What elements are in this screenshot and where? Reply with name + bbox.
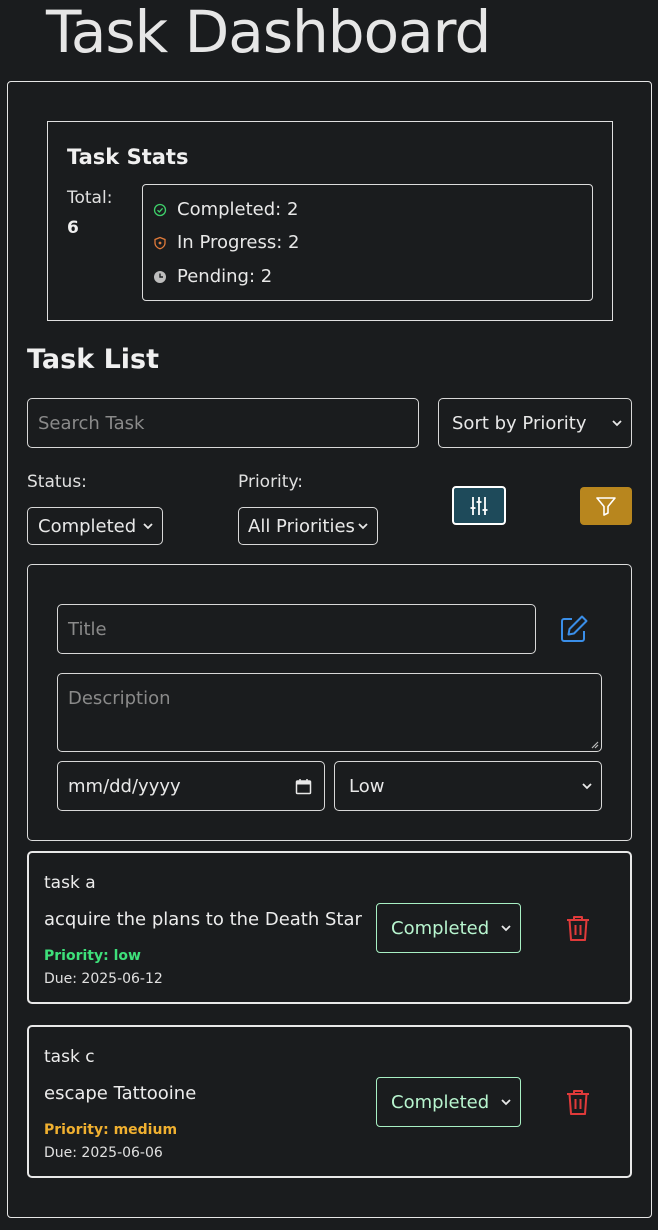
shield-icon — [153, 236, 167, 250]
task-due-date: Due: 2025-06-12 — [44, 971, 163, 987]
task-card: task a acquire the plans to the Death St… — [27, 851, 632, 1004]
filter-button[interactable] — [580, 487, 632, 525]
page-title: Task Dashboard — [46, 0, 491, 66]
form-priority-select[interactable]: Low — [334, 761, 602, 811]
status-filter-label: Status: — [27, 472, 87, 492]
task-description: escape Tattooine — [44, 1083, 197, 1104]
total-value: 6 — [67, 218, 79, 238]
task-card: task c escape Tattooine Priority: medium… — [27, 1025, 632, 1178]
task-status-select[interactable]: Completed — [376, 1077, 521, 1127]
task-due-date: Due: 2025-06-06 — [44, 1145, 163, 1161]
status-filter-value: Completed — [38, 515, 137, 537]
task-priority: Priority: low — [44, 948, 141, 964]
chevron-down-icon — [143, 523, 153, 530]
task-title: task a — [44, 873, 96, 893]
sort-select[interactable]: Sort by Priority — [438, 398, 632, 448]
task-stats-title: Task Stats — [67, 145, 189, 169]
funnel-icon — [596, 497, 616, 516]
task-status-value: Completed — [391, 917, 490, 939]
pencil-square-icon — [561, 615, 588, 642]
stats-breakdown: Completed: 2 In Progress: 2 Pending: 2 — [142, 184, 593, 301]
priority-filter-select[interactable]: All Priorities — [238, 507, 378, 545]
sliders-icon — [470, 496, 488, 515]
search-placeholder: Search Task — [38, 412, 145, 434]
priority-filter-label: Priority: — [238, 472, 303, 492]
settings-button[interactable] — [452, 486, 506, 525]
chevron-down-icon — [501, 925, 511, 932]
task-title: task c — [44, 1047, 95, 1067]
clock-icon — [153, 270, 167, 284]
form-priority-value: Low — [349, 775, 385, 797]
edit-button[interactable] — [554, 609, 594, 649]
total-label: Total: — [67, 188, 113, 208]
title-placeholder: Title — [68, 618, 107, 640]
search-input[interactable]: Search Task — [27, 398, 419, 448]
sort-select-value: Sort by Priority — [452, 412, 587, 434]
description-textarea[interactable]: Description — [57, 673, 602, 752]
trash-icon[interactable] — [565, 1088, 591, 1116]
task-status-value: Completed — [391, 1091, 490, 1113]
check-circle-icon — [153, 203, 167, 217]
stat-pending-label: Pending: 2 — [177, 266, 273, 287]
task-status-select[interactable]: Completed — [376, 903, 521, 953]
title-input[interactable]: Title — [57, 604, 536, 654]
priority-filter-value: All Priorities — [248, 515, 355, 537]
due-date-input[interactable]: mm/dd/yyyy — [57, 761, 325, 811]
stat-completed: Completed: 2 — [153, 199, 298, 220]
stat-in-progress: In Progress: 2 — [153, 232, 300, 253]
date-placeholder: mm/dd/yyyy — [68, 775, 181, 797]
stat-pending: Pending: 2 — [153, 266, 272, 287]
chevron-down-icon — [501, 1099, 511, 1106]
status-filter-select[interactable]: Completed — [27, 507, 163, 545]
description-placeholder: Description — [68, 688, 171, 709]
chevron-down-icon — [358, 523, 368, 530]
task-description: acquire the plans to the Death Star — [44, 909, 362, 930]
chevron-down-icon — [612, 420, 622, 427]
calendar-icon[interactable] — [295, 778, 312, 795]
stat-completed-label: Completed: 2 — [177, 199, 299, 220]
task-list-title: Task List — [27, 344, 160, 375]
trash-icon[interactable] — [565, 914, 591, 942]
task-priority: Priority: medium — [44, 1122, 178, 1138]
resize-handle-icon[interactable] — [589, 739, 599, 749]
chevron-down-icon — [582, 783, 592, 790]
stat-in-progress-label: In Progress: 2 — [177, 232, 300, 253]
